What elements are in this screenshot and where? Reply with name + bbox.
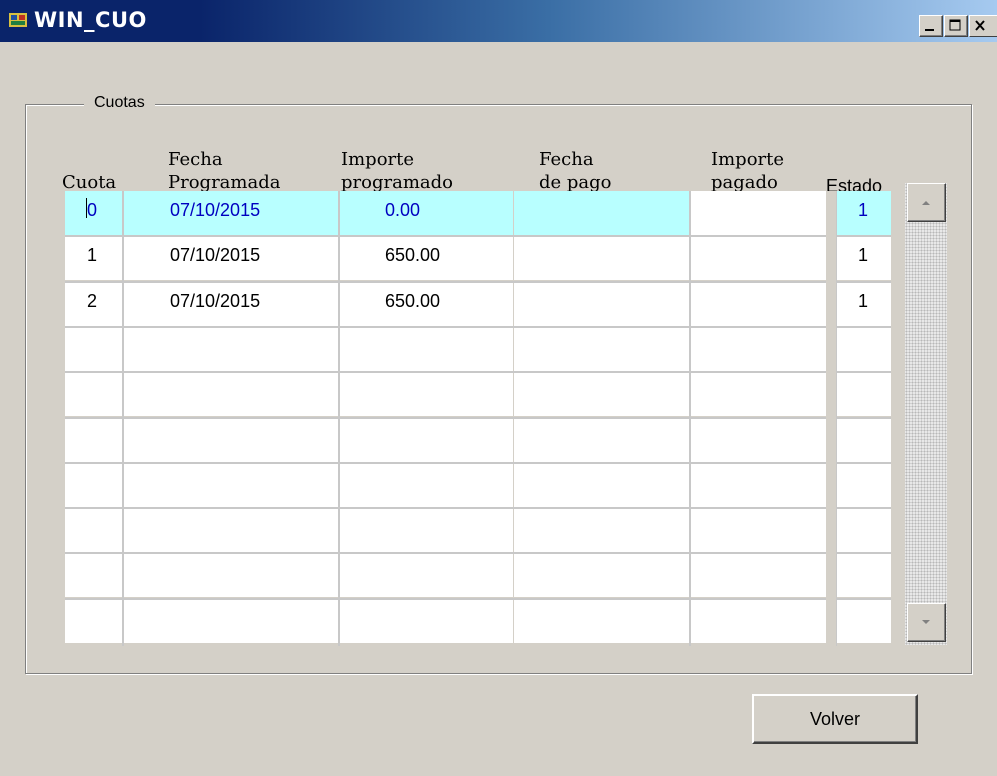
cell-fecha-programada-row-1[interactable]: 07/10/2015	[123, 236, 338, 280]
cell-importe-programado-row-2[interactable]: 650.00	[339, 282, 513, 326]
row-separator	[65, 281, 891, 283]
cell-fecha-programada-row-0[interactable]: 07/10/2015	[123, 191, 338, 235]
cell-importe-programado-row-6[interactable]	[339, 463, 513, 507]
cell-estado-row-7[interactable]	[836, 508, 891, 552]
cell-importe-pagado-row-0[interactable]	[690, 191, 835, 235]
cell-cuota-row-3[interactable]	[65, 327, 122, 371]
maximize-icon	[949, 19, 961, 31]
cell-importe-programado-row-0[interactable]: 0.00	[339, 191, 513, 235]
cell-importe-programado-row-4[interactable]	[339, 372, 513, 416]
row-separator	[65, 235, 891, 237]
cell-estado-row-8[interactable]	[836, 553, 891, 597]
scroll-up-button[interactable]	[907, 183, 946, 222]
close-button[interactable]	[969, 15, 997, 37]
cell-importe-pagado-row-3[interactable]	[690, 327, 835, 371]
row-separator	[65, 598, 891, 600]
cell-cuota-row-1[interactable]: 1	[65, 236, 122, 280]
vertical-scrollbar[interactable]	[905, 183, 947, 645]
cell-fecha-pago-row-9[interactable]	[514, 599, 689, 643]
header-cuota: Cuota	[62, 172, 117, 193]
cell-fecha-pago-row-2[interactable]	[514, 282, 689, 326]
cell-estado-row-2[interactable]: 1	[836, 282, 891, 326]
cell-estado-row-6[interactable]	[836, 463, 891, 507]
frame-label: Cuotas	[84, 94, 155, 112]
cell-cuota-row-8[interactable]	[65, 553, 122, 597]
cell-cuota-row-4[interactable]	[65, 372, 122, 416]
cell-fecha-programada-row-8[interactable]	[123, 553, 338, 597]
cell-fecha-pago-row-3[interactable]	[514, 327, 689, 371]
cell-importe-programado-row-5[interactable]	[339, 418, 513, 462]
scroll-down-button[interactable]	[907, 603, 946, 642]
cell-fecha-programada-row-9[interactable]	[123, 599, 338, 643]
scroll-down-icon	[922, 620, 930, 624]
cell-estado-row-5[interactable]	[836, 418, 891, 462]
cell-fecha-pago-row-8[interactable]	[514, 553, 689, 597]
title-bar[interactable]: WIN_CUO	[0, 0, 997, 42]
cell-fecha-programada-row-3[interactable]	[123, 327, 338, 371]
cell-cuota-row-5[interactable]	[65, 418, 122, 462]
minimize-icon	[925, 29, 934, 31]
cell-fecha-pago-row-7[interactable]	[514, 508, 689, 552]
row-separator	[65, 371, 891, 373]
row-separator	[65, 552, 891, 554]
header-fecha-programada: Fecha Programada	[168, 149, 281, 193]
cell-estado-row-9[interactable]	[836, 599, 891, 643]
cell-fecha-pago-row-0[interactable]	[514, 191, 689, 235]
cell-importe-pagado-row-2[interactable]	[690, 282, 835, 326]
cell-importe-pagado-row-4[interactable]	[690, 372, 835, 416]
cell-estado-row-0[interactable]: 1	[836, 191, 891, 235]
maximize-button[interactable]	[944, 15, 968, 37]
cell-importe-pagado-row-7[interactable]	[690, 508, 835, 552]
cell-fecha-pago-row-6[interactable]	[514, 463, 689, 507]
cell-estado-row-3[interactable]	[836, 327, 891, 371]
row-separator	[65, 462, 891, 464]
cell-cuota-row-9[interactable]	[65, 599, 122, 643]
cell-cuota-row-2[interactable]: 2	[65, 282, 122, 326]
window-title: WIN_CUO	[34, 8, 147, 32]
cell-fecha-programada-row-6[interactable]	[123, 463, 338, 507]
cell-fecha-programada-row-4[interactable]	[123, 372, 338, 416]
app-icon	[9, 13, 27, 27]
row-separator	[65, 417, 891, 419]
cell-importe-pagado-row-1[interactable]	[690, 236, 835, 280]
cell-importe-programado-row-1[interactable]: 650.00	[339, 236, 513, 280]
cell-fecha-programada-row-2[interactable]: 07/10/2015	[123, 282, 338, 326]
cell-fecha-pago-row-4[interactable]	[514, 372, 689, 416]
cell-importe-pagado-row-6[interactable]	[690, 463, 835, 507]
scroll-up-icon	[922, 201, 930, 205]
cell-importe-programado-row-8[interactable]	[339, 553, 513, 597]
cell-cuota-row-7[interactable]	[65, 508, 122, 552]
column-gap	[826, 191, 836, 646]
close-icon	[975, 20, 985, 31]
cell-fecha-pago-row-1[interactable]	[514, 236, 689, 280]
cell-importe-programado-row-9[interactable]	[339, 599, 513, 643]
cell-estado-row-4[interactable]	[836, 372, 891, 416]
cell-importe-pagado-row-9[interactable]	[690, 599, 835, 643]
cell-cuota-row-6[interactable]	[65, 463, 122, 507]
row-separator	[65, 326, 891, 328]
cell-fecha-programada-row-5[interactable]	[123, 418, 338, 462]
row-separator	[65, 507, 891, 509]
cell-importe-pagado-row-5[interactable]	[690, 418, 835, 462]
cell-fecha-pago-row-5[interactable]	[514, 418, 689, 462]
header-importe-pagado: Importe pagado	[711, 149, 785, 193]
cell-importe-programado-row-7[interactable]	[339, 508, 513, 552]
cell-importe-programado-row-3[interactable]	[339, 327, 513, 371]
cell-cuota-row-0[interactable]: 0	[65, 191, 122, 235]
cell-estado-row-1[interactable]: 1	[836, 236, 891, 280]
header-fecha-pago: Fecha de pago	[539, 149, 612, 193]
volver-button[interactable]: Volver	[752, 694, 918, 744]
cell-importe-pagado-row-8[interactable]	[690, 553, 835, 597]
minimize-button[interactable]	[919, 15, 943, 37]
text-cursor	[86, 198, 87, 218]
cell-fecha-programada-row-7[interactable]	[123, 508, 338, 552]
header-importe-programado: Importe programado	[341, 149, 453, 193]
